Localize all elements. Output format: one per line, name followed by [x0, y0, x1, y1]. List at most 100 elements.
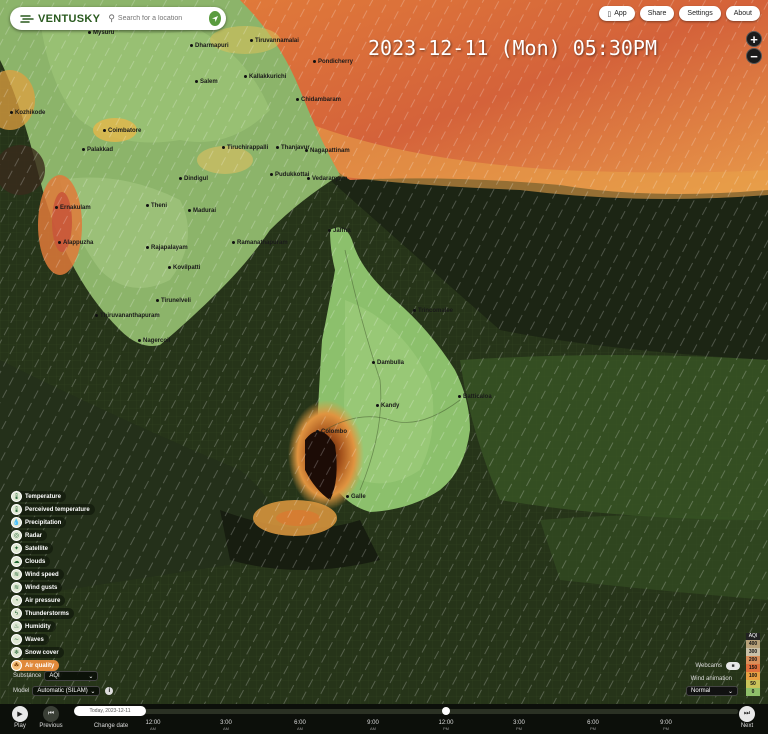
about-button[interactable]: About	[725, 6, 760, 21]
play-icon: ▶	[17, 711, 23, 718]
city-label[interactable]: Trincomalee	[413, 308, 453, 314]
timeline-tick[interactable]: 9:00 PM	[651, 720, 681, 732]
layer-thunderstorms[interactable]: ϟ Thunderstorms	[11, 608, 75, 619]
city-label[interactable]: Colombo	[316, 429, 347, 435]
layer-label: Wind gusts	[25, 584, 58, 591]
lightning-icon: ϟ	[11, 608, 22, 619]
city-label[interactable]: Alappuzha	[58, 240, 93, 246]
layer-radar[interactable]: ◎ Radar	[11, 530, 48, 541]
legend-value: 200	[746, 656, 760, 664]
city-label[interactable]: Thiruvananthapuram	[95, 313, 160, 319]
city-label[interactable]: Tiruvannamalai	[250, 38, 299, 44]
city-label[interactable]: Kallakkurichi	[244, 74, 286, 80]
city-label[interactable]: Jaffna	[328, 228, 351, 234]
next-button[interactable]: ⏭	[739, 706, 755, 722]
share-button-label: Share	[647, 10, 667, 17]
city-label[interactable]: Theni	[146, 203, 167, 209]
play-button[interactable]: ▶	[12, 706, 28, 722]
city-label[interactable]: Pudukkottai	[270, 172, 309, 178]
city-label[interactable]: Palakkad	[82, 147, 113, 153]
timeline-tick[interactable]: 12:00 PM	[431, 720, 461, 732]
city-label[interactable]: Chidambaram	[296, 97, 341, 103]
city-label[interactable]: Kandy	[376, 403, 399, 409]
play-label: Play	[14, 723, 26, 729]
city-label[interactable]: Tiruchirappalli	[222, 145, 268, 151]
layer-snow-cover[interactable]: ❄ Snow cover	[11, 647, 64, 658]
search-input[interactable]	[117, 15, 209, 22]
layer-wind-speed[interactable]: ≋ Wind speed	[11, 569, 64, 580]
city-label[interactable]: Madurai	[188, 208, 216, 214]
layer-label: Waves	[25, 636, 44, 643]
city-label[interactable]: Dindigul	[179, 176, 208, 182]
change-date-label[interactable]: Change date	[93, 723, 129, 729]
substance-label: Substance	[13, 673, 42, 679]
tick-period: AM	[150, 726, 156, 731]
zoom-out-button[interactable]: −	[746, 48, 762, 64]
layer-label: Perceived temperature	[25, 506, 90, 513]
wind-animation-value: Normal	[691, 688, 711, 694]
layer-waves[interactable]: ∼ Waves	[11, 634, 49, 645]
timeline-tick[interactable]: 3:00 PM	[504, 720, 534, 732]
city-label[interactable]: Nagercoil	[138, 338, 170, 344]
layer-air-pressure[interactable]: ◔ Air pressure	[11, 595, 66, 606]
zoom-in-button[interactable]: +	[746, 31, 762, 47]
layer-temperature[interactable]: 🌡 Temperature	[11, 491, 66, 502]
timeline-tick[interactable]: 6:00 PM	[578, 720, 608, 732]
model-value: Automatic (SILAM)	[37, 688, 88, 694]
chevron-down-icon: ⌄	[88, 673, 94, 680]
weather-map[interactable]: MysuruDharmapuriTiruvannamalaiBengaluruS…	[0, 0, 768, 704]
settings-button[interactable]: Settings	[679, 6, 721, 21]
ventusky-logo[interactable]: VENTUSKY	[20, 13, 100, 25]
locate-button[interactable]	[208, 11, 221, 26]
city-label[interactable]: Kozhikode	[10, 110, 45, 116]
city-label[interactable]: Tirunelveli	[156, 298, 191, 304]
timeline-tick[interactable]: 6:00 AM	[285, 720, 315, 732]
previous-button[interactable]: ⏮	[43, 706, 59, 722]
city-label[interactable]: Pondicherry	[313, 59, 353, 65]
cloud-icon: ☁	[11, 556, 22, 567]
info-icon[interactable]: i	[105, 687, 114, 695]
layer-satellite[interactable]: ✦ Satellite	[11, 543, 54, 554]
layer-clouds[interactable]: ☁ Clouds	[11, 556, 51, 567]
city-label[interactable]: Dambulla	[372, 360, 404, 366]
city-label[interactable]: Dharmapuri	[190, 43, 229, 49]
city-label[interactable]: Galle	[346, 494, 366, 500]
wind-animation-select[interactable]: Normal ⌄	[686, 686, 738, 696]
city-label[interactable]: Nagapattinam	[305, 148, 350, 154]
substance-select[interactable]: AQI ⌄	[44, 671, 99, 681]
city-label[interactable]: Coimbatore	[103, 128, 141, 134]
city-label[interactable]: Salem	[195, 79, 218, 85]
timeline-track[interactable]	[78, 709, 738, 714]
app-button[interactable]: ▯ App	[599, 6, 635, 21]
layer-label: Wind speed	[25, 571, 59, 578]
aqi-legend: AQI 400 300 200 150 100 50 0	[746, 633, 760, 696]
search-icon: ⚲	[108, 13, 115, 23]
timeline-tick[interactable]: 9:00 AM	[358, 720, 388, 732]
city-label[interactable]: Kovilpatti	[168, 265, 200, 271]
city-label[interactable]: Rajapalayam	[146, 245, 188, 251]
city-label[interactable]: Ramanathapuram	[232, 240, 288, 246]
layer-precipitation[interactable]: 💧 Precipitation	[11, 517, 67, 528]
chevron-down-icon: ⌄	[90, 688, 96, 695]
change-date-chip[interactable]: Today, 2023-12-11	[74, 706, 146, 716]
model-select[interactable]: Automatic (SILAM) ⌄	[32, 686, 101, 696]
city-label[interactable]: Batticaloa	[458, 394, 492, 400]
chevron-down-icon: ⌄	[727, 688, 733, 695]
timeline-tick[interactable]: 3:00 AM	[211, 720, 241, 732]
share-button[interactable]: Share	[639, 6, 675, 21]
city-label[interactable]: Mysuru	[88, 30, 114, 36]
timeline-handle[interactable]	[442, 707, 450, 715]
legend-title: AQI	[746, 633, 760, 640]
layer-wind-gusts[interactable]: ≋ Wind gusts	[11, 582, 63, 593]
layer-air-quality[interactable]: ☘ Air quality	[11, 660, 60, 671]
radar-icon: ◎	[11, 530, 22, 541]
city-label[interactable]: Ernakulam	[55, 205, 91, 211]
timeline-tick[interactable]: 12:00 AM	[138, 720, 168, 732]
webcams-toggle[interactable]: Webcams ■	[695, 662, 740, 670]
city-label[interactable]: Vedaranyam	[307, 176, 347, 182]
layer-perceived-temperature[interactable]: 🌡 Perceived temperature	[11, 504, 95, 515]
layer-humidity[interactable]: ♨ Humidity	[11, 621, 56, 632]
phone-icon: ▯	[607, 10, 612, 18]
search-bar[interactable]: VENTUSKY ⚲	[10, 7, 226, 30]
legend-value: 50	[746, 680, 760, 688]
